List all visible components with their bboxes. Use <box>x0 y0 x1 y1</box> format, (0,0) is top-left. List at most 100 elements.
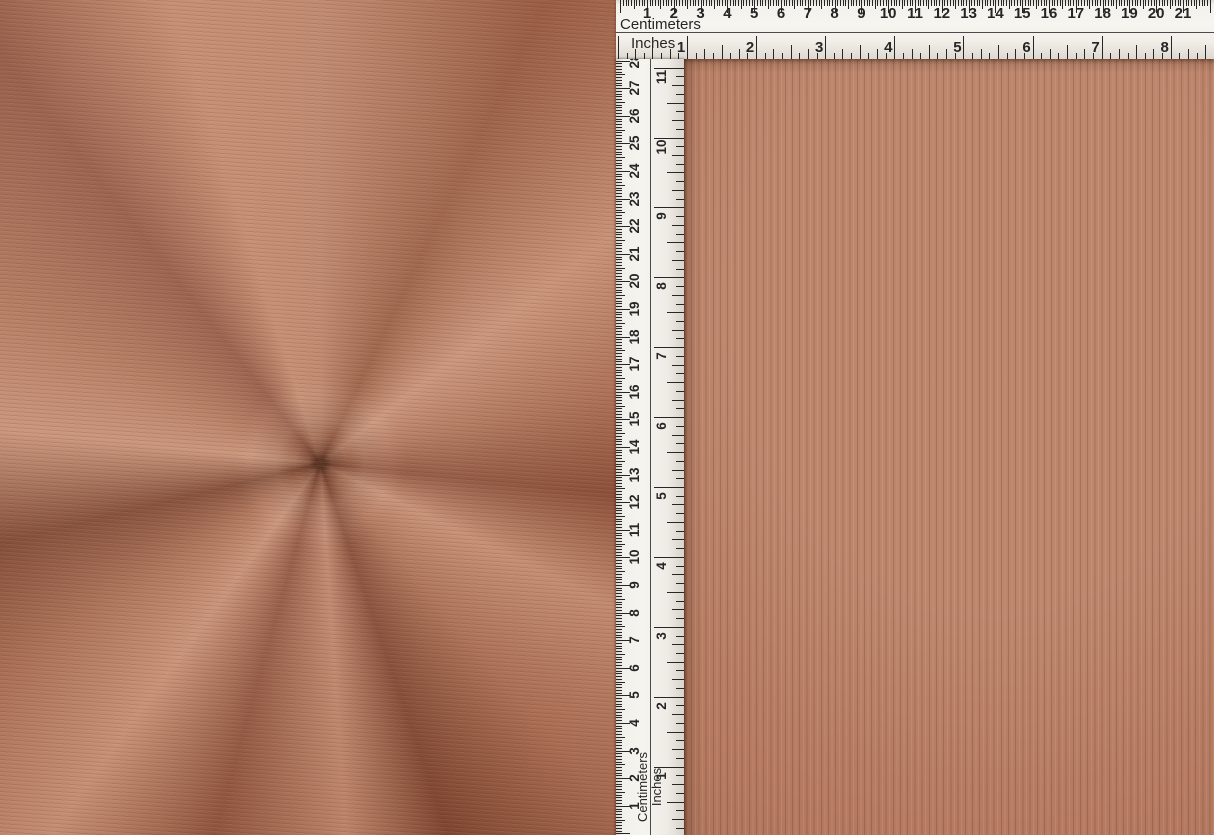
cm-tick <box>616 378 625 379</box>
inch-number: 3 <box>655 625 669 647</box>
inch-tick <box>765 53 766 60</box>
cm-number: 25 <box>628 132 642 154</box>
inch-tick <box>676 531 684 532</box>
inch-tick <box>676 304 684 305</box>
cm-tick <box>616 814 622 815</box>
cm-tick <box>1119 0 1120 6</box>
inch-number: 1 <box>670 40 692 55</box>
cm-tick <box>616 505 622 506</box>
cm-tick <box>616 709 625 710</box>
cm-tick <box>616 720 622 721</box>
inch-tick <box>667 592 684 593</box>
cm-tick <box>616 110 622 111</box>
cm-tick <box>717 0 718 6</box>
cm-tick <box>616 701 622 702</box>
cm-tick <box>1204 0 1205 6</box>
cm-tick <box>616 276 622 277</box>
cm-number: 14 <box>984 6 1006 21</box>
inch-tick <box>672 504 684 505</box>
cm-number: 10 <box>628 546 642 568</box>
inch-number: 10 <box>655 136 669 158</box>
inch-tick <box>676 775 684 776</box>
cm-tick <box>616 444 622 445</box>
cm-tick <box>743 0 744 6</box>
cm-tick <box>616 72 622 73</box>
cm-tick <box>853 0 854 6</box>
cm-tick <box>719 0 720 6</box>
cm-tick <box>1196 0 1197 9</box>
cm-number: 19 <box>1118 6 1140 21</box>
cm-tick <box>706 0 707 6</box>
cm-tick <box>616 185 625 186</box>
cm-number: 4 <box>716 6 738 21</box>
cm-tick <box>616 762 622 763</box>
cm-tick <box>660 0 661 9</box>
cm-tick <box>616 621 622 622</box>
inch-tick <box>963 36 964 59</box>
inch-tick <box>1067 45 1068 59</box>
cm-tick <box>685 0 686 6</box>
cm-number: 21 <box>1172 6 1194 21</box>
cm-tick <box>666 0 667 6</box>
inch-tick <box>756 36 757 59</box>
cm-tick <box>616 665 622 666</box>
cm-tick <box>616 218 622 219</box>
inch-tick <box>1197 53 1198 60</box>
cm-tick <box>616 527 622 528</box>
cm-tick <box>616 188 622 189</box>
cm-tick <box>616 223 622 224</box>
cm-tick <box>1089 0 1090 9</box>
cm-tick <box>616 706 622 707</box>
cm-tick <box>616 306 622 307</box>
cm-tick <box>616 734 622 735</box>
inch-tick <box>773 49 774 59</box>
cm-number: 11 <box>628 519 642 541</box>
inch-tick <box>667 103 684 104</box>
cm-tick <box>616 579 622 580</box>
cm-tick <box>1207 0 1208 6</box>
cm-tick <box>851 0 852 6</box>
inch-tick <box>1076 53 1077 60</box>
cm-tick <box>628 0 629 6</box>
inch-tick <box>842 49 843 59</box>
cm-tick <box>616 648 622 649</box>
cm-tick <box>616 549 622 550</box>
inch-tick <box>1110 53 1111 60</box>
cm-tick <box>690 0 691 6</box>
cm-number: 23 <box>628 188 642 210</box>
cm-tick <box>616 441 622 442</box>
cm-tick <box>616 698 622 699</box>
cm-tick <box>616 599 625 600</box>
cm-tick <box>616 240 625 241</box>
fabric-swirl <box>0 0 616 835</box>
cm-tick <box>616 742 622 743</box>
cm-tick <box>616 745 622 746</box>
cm-tick <box>1038 0 1039 6</box>
cm-tick <box>616 604 622 605</box>
cm-tick <box>616 91 622 92</box>
cm-tick <box>616 190 622 191</box>
cm-tick <box>955 0 956 9</box>
inch-tick <box>652 45 653 59</box>
cm-tick <box>682 0 683 6</box>
cm-tick <box>616 350 625 351</box>
inch-number: 1 <box>655 765 669 787</box>
cm-tick <box>768 0 769 9</box>
cm-tick <box>616 690 622 691</box>
inch-number: 4 <box>655 555 669 577</box>
inch-tick <box>998 45 999 59</box>
cm-number: 17 <box>1065 6 1087 21</box>
inch-tick <box>672 295 684 296</box>
cm-tick <box>616 312 622 313</box>
cm-tick <box>616 632 622 633</box>
fabric-flat <box>684 59 1214 835</box>
cm-tick <box>693 0 694 6</box>
inch-number: 4 <box>877 40 899 55</box>
inch-tick <box>672 260 684 261</box>
cm-tick <box>616 204 622 205</box>
cm-tick <box>616 676 622 677</box>
cm-tick <box>616 786 622 787</box>
inch-tick <box>676 408 684 409</box>
cm-tick <box>616 825 622 826</box>
cm-number: 6 <box>770 6 792 21</box>
